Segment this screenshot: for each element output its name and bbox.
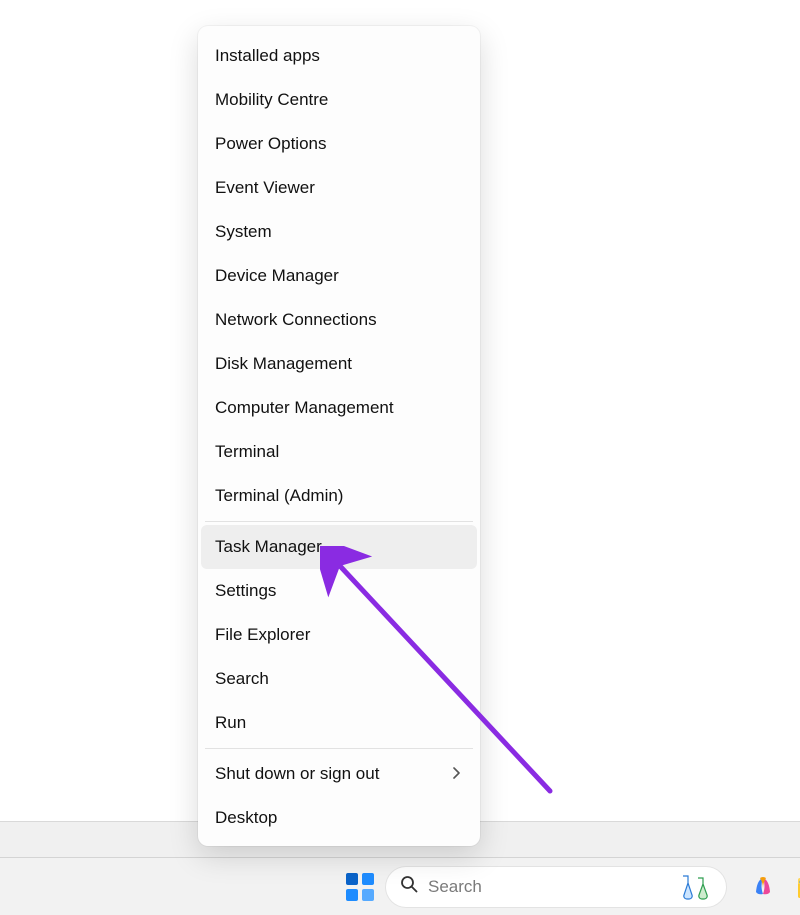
menu-item-settings[interactable]: Settings (201, 569, 477, 613)
menu-item-disk-management[interactable]: Disk Management (201, 342, 477, 386)
menu-separator (205, 748, 473, 749)
file-explorer-button[interactable] (790, 866, 800, 908)
menu-item-file-explorer[interactable]: File Explorer (201, 613, 477, 657)
winx-context-menu: Installed apps Mobility Centre Power Opt… (198, 26, 480, 846)
menu-item-label: Disk Management (215, 354, 352, 374)
menu-item-device-manager[interactable]: Device Manager (201, 254, 477, 298)
menu-separator (205, 521, 473, 522)
search-placeholder: Search (428, 867, 668, 907)
menu-item-computer-management[interactable]: Computer Management (201, 386, 477, 430)
taskbar-search[interactable]: Search (386, 867, 726, 907)
menu-item-label: Installed apps (215, 46, 320, 66)
menu-item-label: System (215, 222, 272, 242)
menu-item-label: Power Options (215, 134, 327, 154)
copilot-icon (748, 872, 778, 902)
menu-item-desktop[interactable]: Desktop (201, 796, 477, 840)
menu-item-label: Mobility Centre (215, 90, 328, 110)
taskbar-pinned (742, 866, 800, 908)
search-icon (400, 875, 418, 898)
menu-item-label: File Explorer (215, 625, 310, 645)
menu-item-label: Device Manager (215, 266, 339, 286)
menu-item-label: Search (215, 669, 269, 689)
menu-item-event-viewer[interactable]: Event Viewer (201, 166, 477, 210)
menu-item-label: Desktop (215, 808, 277, 828)
copilot-button[interactable] (742, 866, 784, 908)
menu-item-task-manager[interactable]: Task Manager (201, 525, 477, 569)
menu-item-label: Shut down or sign out (215, 764, 379, 784)
menu-item-terminal[interactable]: Terminal (201, 430, 477, 474)
menu-item-run[interactable]: Run (201, 701, 477, 745)
menu-item-label: Task Manager (215, 537, 322, 557)
menu-item-label: Event Viewer (215, 178, 315, 198)
menu-item-label: Computer Management (215, 398, 394, 418)
menu-item-terminal-admin[interactable]: Terminal (Admin) (201, 474, 477, 518)
windows-logo-icon (346, 873, 374, 901)
menu-item-label: Network Connections (215, 310, 377, 330)
chevron-right-icon (453, 766, 461, 782)
menu-item-network-connections[interactable]: Network Connections (201, 298, 477, 342)
menu-item-mobility-centre[interactable]: Mobility Centre (201, 78, 477, 122)
menu-item-power-options[interactable]: Power Options (201, 122, 477, 166)
folder-icon (796, 874, 800, 900)
search-highlights-icon (678, 872, 712, 902)
menu-item-system[interactable]: System (201, 210, 477, 254)
menu-item-shutdown-signout[interactable]: Shut down or sign out (201, 752, 477, 796)
menu-item-label: Terminal (Admin) (215, 486, 343, 506)
menu-item-installed-apps[interactable]: Installed apps (201, 34, 477, 78)
start-button[interactable] (346, 867, 374, 907)
menu-item-label: Settings (215, 581, 276, 601)
taskbar: Search (0, 857, 800, 915)
menu-item-label: Run (215, 713, 246, 733)
menu-item-label: Terminal (215, 442, 279, 462)
menu-item-search[interactable]: Search (201, 657, 477, 701)
